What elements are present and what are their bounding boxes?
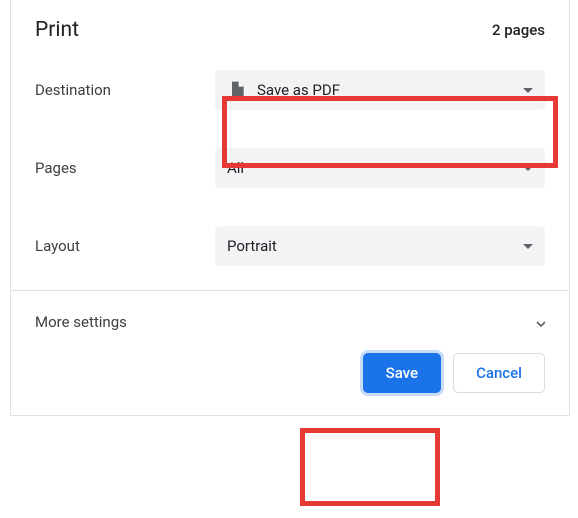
row-layout: Layout Portrait <box>35 226 545 266</box>
print-panel: Print 2 pages Destination Save as PDF Pa… <box>10 0 570 416</box>
header: Print 2 pages <box>35 18 545 42</box>
settings-section: Print 2 pages Destination Save as PDF Pa… <box>11 0 569 290</box>
label-pages: Pages <box>35 159 215 177</box>
row-pages: Pages All <box>35 148 545 188</box>
row-destination: Destination Save as PDF <box>35 70 545 110</box>
label-layout: Layout <box>35 237 215 255</box>
footer: Save Cancel <box>11 353 569 415</box>
destination-dropdown[interactable]: Save as PDF <box>215 70 545 110</box>
more-settings-label: More settings <box>35 313 127 331</box>
cancel-button[interactable]: Cancel <box>453 353 545 393</box>
destination-value: Save as PDF <box>257 81 523 99</box>
label-destination: Destination <box>35 81 215 99</box>
pages-value: All <box>227 159 523 177</box>
caret-down-icon <box>523 88 533 93</box>
annotation-highlight-save <box>300 428 440 506</box>
save-button[interactable]: Save <box>363 353 441 393</box>
pages-dropdown[interactable]: All <box>215 148 545 188</box>
page-title: Print <box>35 18 79 42</box>
chevron-down-icon <box>533 316 545 328</box>
layout-value: Portrait <box>227 237 523 255</box>
more-settings-toggle[interactable]: More settings <box>11 291 569 353</box>
caret-down-icon <box>523 166 533 171</box>
file-icon <box>227 80 247 100</box>
caret-down-icon <box>523 244 533 249</box>
page-count: 2 pages <box>492 21 545 39</box>
layout-dropdown[interactable]: Portrait <box>215 226 545 266</box>
